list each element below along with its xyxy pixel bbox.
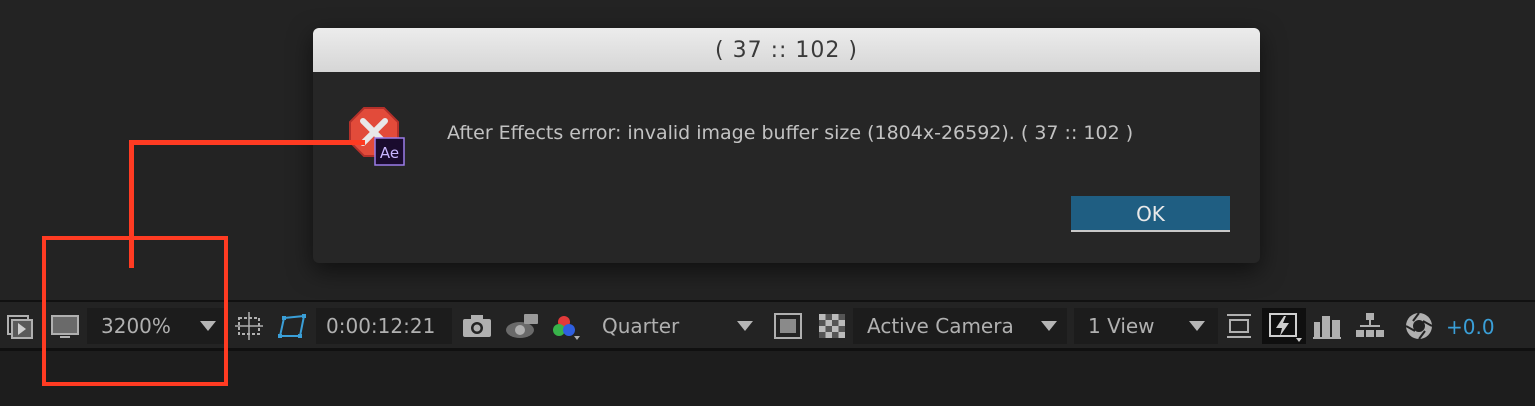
exposure-value[interactable]: +0.0 <box>1446 308 1495 344</box>
dialog-title: ( 37 :: 102 ) <box>313 28 1260 72</box>
camera-view-select[interactable]: Active Camera <box>853 308 1067 344</box>
chevron-down-icon <box>1041 321 1057 331</box>
ok-button[interactable]: OK <box>1071 196 1230 232</box>
comp-flowchart-icon[interactable] <box>1354 308 1386 344</box>
toggle-pixel-aspect-icon[interactable] <box>1224 308 1254 344</box>
reset-exposure-icon[interactable] <box>1402 308 1436 344</box>
view-layout-value: 1 View <box>1088 314 1155 338</box>
error-dialog: ( 37 :: 102 ) Ae After Effects error: in… <box>313 28 1260 263</box>
timeline-icon[interactable] <box>1311 308 1343 344</box>
color-channels-icon[interactable] <box>548 308 582 344</box>
timecode-value: 0:00:12:21 <box>326 314 436 338</box>
show-snapshot-icon[interactable] <box>504 308 540 344</box>
fast-previews-lightning-icon[interactable] <box>1262 308 1306 344</box>
annotation-highlight-box <box>42 236 228 386</box>
camera-snapshot-icon[interactable] <box>461 308 493 344</box>
chevron-down-icon <box>737 321 753 331</box>
ae-badge: Ae <box>380 144 399 162</box>
camera-view-value: Active Camera <box>867 314 1014 338</box>
viewer-toolbar: 3200% 0:00:12:21 Quarter Active Camera 1… <box>0 300 1535 350</box>
resolution-select[interactable]: Quarter <box>590 308 764 344</box>
chevron-down-icon <box>1189 321 1205 331</box>
transparency-grid-icon[interactable] <box>816 308 848 344</box>
error-message: After Effects error: invalid image buffe… <box>447 122 1134 144</box>
fast-previews-icon[interactable] <box>772 308 804 344</box>
timecode-field[interactable]: 0:00:12:21 <box>316 308 452 344</box>
region-of-interest-icon[interactable] <box>233 308 265 344</box>
view-layout-select[interactable]: 1 View <box>1074 308 1218 344</box>
panel-background <box>0 351 1535 406</box>
annotation-connector-horizontal <box>129 140 365 145</box>
transparency-grid-mask-icon[interactable] <box>276 308 308 344</box>
resolution-value: Quarter <box>602 314 680 338</box>
error-stop-icon: Ae <box>349 107 405 166</box>
always-preview-icon[interactable] <box>6 308 40 344</box>
